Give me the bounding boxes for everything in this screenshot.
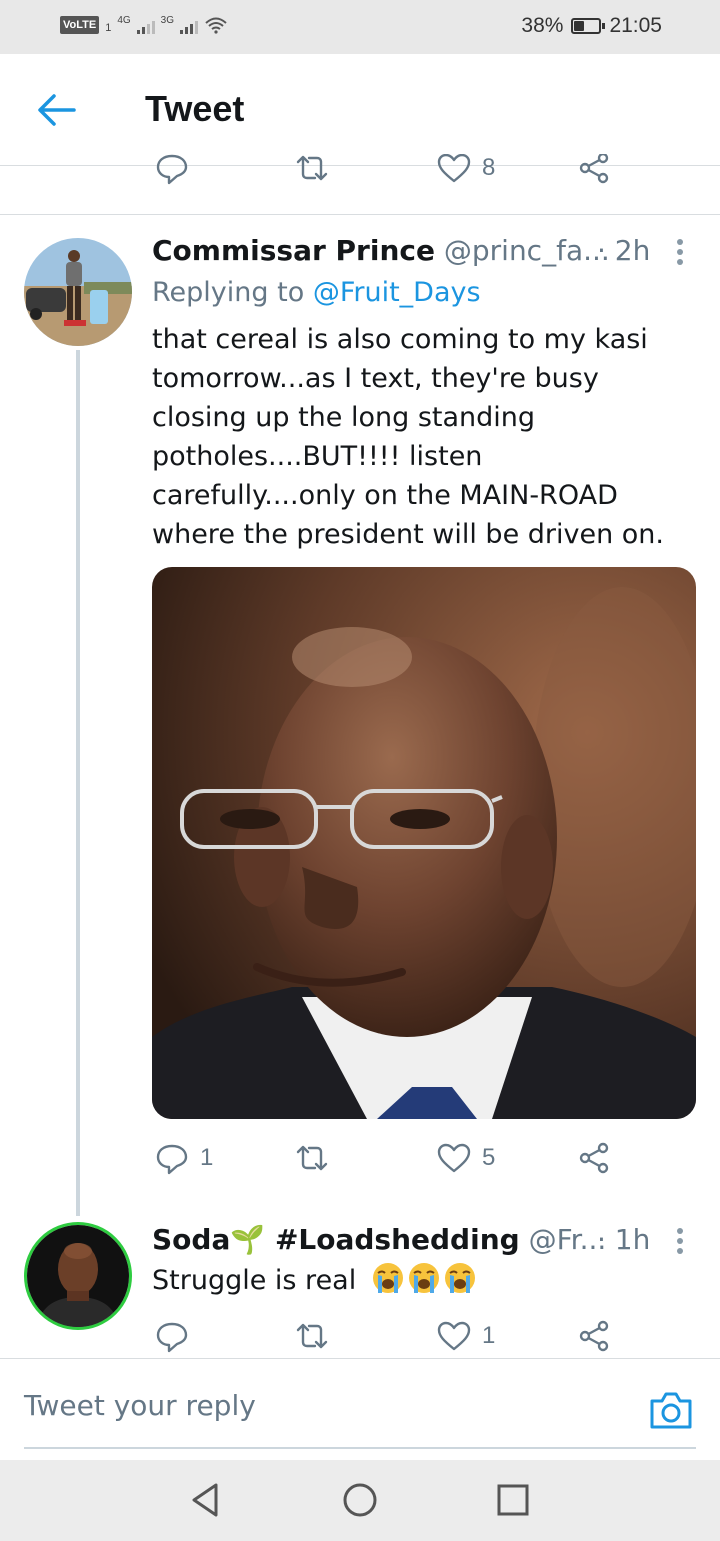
more-vertical-icon[interactable] <box>670 1225 690 1261</box>
share-button[interactable] <box>576 1140 612 1176</box>
thread-line <box>76 350 80 1216</box>
avatar[interactable] <box>24 1222 132 1330</box>
tweet-actions: 1 <box>152 1318 632 1358</box>
display-name[interactable]: Soda🌱 #Loadshedding <box>152 1223 520 1256</box>
signal-bars-icon-2 <box>180 18 199 34</box>
retweet-icon <box>296 1145 328 1171</box>
sim-slot: 1 <box>105 22 112 34</box>
share-icon <box>579 1320 609 1352</box>
battery-icon <box>571 18 606 34</box>
reply-input-underline <box>24 1447 696 1449</box>
like-count: 8 <box>482 154 496 181</box>
tweet-time: · 2h <box>597 234 651 267</box>
battery-percent: 38% <box>521 14 564 37</box>
like-button[interactable]: 1 <box>436 1318 495 1354</box>
network-type-2: 3G <box>160 15 175 26</box>
tweet-time: · 1h <box>597 1223 651 1256</box>
replying-to: Replying to @Fruit_Days <box>152 275 481 311</box>
user-handle[interactable]: @princ_fa... <box>444 234 610 267</box>
like-button[interactable]: 5 <box>436 1140 495 1176</box>
clock: 21:05 <box>609 14 662 37</box>
tweet-header: Commissar Prince @princ_fa... <box>152 233 610 269</box>
tweet-actions: 1 5 <box>152 1140 632 1180</box>
share-button[interactable] <box>576 1318 612 1354</box>
tweet-header: Soda🌱 #Loadshedding @Fr... <box>152 1222 606 1258</box>
nav-home-icon[interactable] <box>340 1480 380 1520</box>
status-bar-right: 38% 21:05 <box>521 14 662 38</box>
retweet-icon <box>296 1323 328 1349</box>
app-header: Tweet <box>0 54 720 166</box>
previous-tweet-actions: 8 <box>152 154 632 194</box>
more-vertical-icon[interactable] <box>670 236 690 272</box>
heart-icon <box>437 1143 471 1173</box>
nav-back-icon[interactable] <box>186 1480 226 1520</box>
tweet-text: Struggle is real <box>152 1261 692 1300</box>
back-arrow-icon[interactable] <box>34 90 78 130</box>
avatar-photo <box>27 1225 129 1327</box>
avatar[interactable] <box>24 238 132 346</box>
display-name[interactable]: Commissar Prince <box>152 234 435 267</box>
camera-icon[interactable] <box>648 1389 694 1431</box>
share-icon <box>579 1142 609 1174</box>
signal-bars-icon <box>136 18 155 34</box>
heart-icon <box>437 1321 471 1351</box>
reply-bubble-icon <box>156 1322 188 1353</box>
like-count: 5 <box>482 1144 496 1171</box>
share-icon <box>579 154 609 184</box>
user-handle[interactable]: @Fr... <box>529 1223 607 1256</box>
reply-button[interactable] <box>154 154 190 186</box>
reply-button[interactable]: 1 <box>154 1140 213 1176</box>
reply-input[interactable]: Tweet your reply <box>24 1389 256 1422</box>
like-button[interactable]: 8 <box>436 154 495 186</box>
tweet-image[interactable] <box>152 567 696 1119</box>
avatar-photo <box>24 238 132 346</box>
replying-to-handle[interactable]: @Fruit_Days <box>313 277 481 308</box>
page-title: Tweet <box>145 88 245 129</box>
reply-bubble-icon <box>156 154 188 185</box>
reply-count: 1 <box>200 1144 214 1171</box>
retweet-button[interactable] <box>294 154 330 186</box>
replying-to-prefix: Replying to <box>152 277 305 308</box>
wifi-icon <box>205 17 227 34</box>
share-button[interactable] <box>576 154 612 186</box>
tweet-photo <box>152 567 696 1119</box>
reply-bubble-icon <box>156 1144 188 1175</box>
loudly-crying-face-emoji <box>444 1263 475 1293</box>
retweet-button[interactable] <box>294 1318 330 1354</box>
status-bar-left: VoLTE 1 4G 3G <box>60 15 228 34</box>
reply-button[interactable] <box>154 1318 200 1354</box>
loudly-crying-face-emoji <box>372 1263 403 1293</box>
tweet-text: that cereal is also coming to my kasi to… <box>152 324 664 550</box>
heart-icon <box>437 154 471 183</box>
network-type-1: 4G <box>117 15 131 26</box>
loudly-crying-face-emoji <box>408 1263 439 1293</box>
retweet-icon <box>296 155 328 181</box>
reply-composer: Tweet your reply <box>0 1358 720 1460</box>
system-nav-bar <box>0 1460 720 1541</box>
retweet-button[interactable] <box>294 1140 330 1176</box>
like-count: 1 <box>482 1322 496 1349</box>
volte-badge: VoLTE <box>60 16 100 34</box>
divider <box>0 214 720 215</box>
nav-recents-icon[interactable] <box>493 1480 533 1520</box>
tweet-text-content: Struggle is real <box>152 1265 357 1296</box>
status-bar: VoLTE 1 4G 3G 38% 21:05 <box>0 0 720 54</box>
